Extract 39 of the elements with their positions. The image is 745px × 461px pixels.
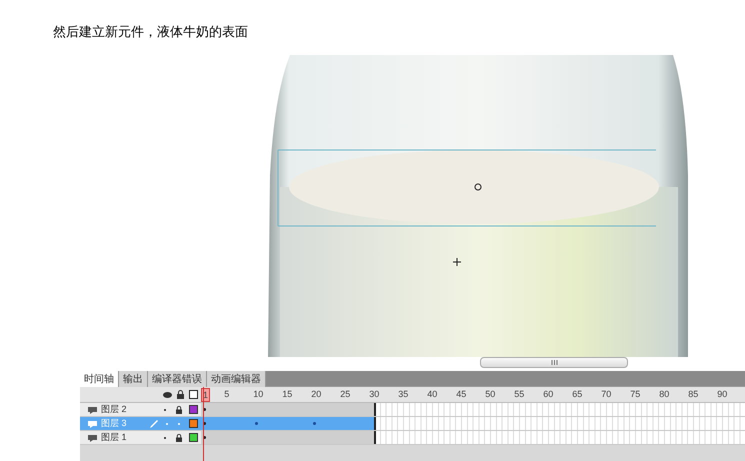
frame-number: 20 xyxy=(311,388,322,400)
frame-number: 40 xyxy=(427,388,438,400)
frame-number: 65 xyxy=(572,388,582,400)
frame-number: 35 xyxy=(398,388,408,400)
layer-color-swatch[interactable] xyxy=(189,433,198,442)
scrollbar-thumb[interactable] xyxy=(480,357,628,368)
lock-icon[interactable] xyxy=(177,390,184,399)
frame-number: 80 xyxy=(659,388,670,400)
panel-tab[interactable]: 时间轴 xyxy=(80,371,119,387)
heading: 然后建立新元件，液体牛奶的表面 xyxy=(53,24,248,39)
layer-row[interactable]: 图层 2 xyxy=(80,403,745,417)
layer-row[interactable]: 图层 1 xyxy=(80,431,745,445)
frame-number: 15 xyxy=(282,388,292,400)
frame-number: 45 xyxy=(456,388,466,400)
frame-number: 50 xyxy=(485,388,496,400)
outline-icon[interactable] xyxy=(189,390,198,399)
frame-number: 85 xyxy=(688,388,698,400)
frame-number: 55 xyxy=(514,388,524,400)
grip-icon xyxy=(550,360,558,365)
eye-icon[interactable] xyxy=(163,392,172,398)
panel-tab[interactable]: 编译器错误 xyxy=(148,371,207,387)
frame-number: 30 xyxy=(369,388,380,400)
frame-number: 5 xyxy=(224,388,230,400)
layer-name: 图层 1 xyxy=(101,430,127,444)
pencil-icon xyxy=(150,420,158,428)
frame-number: 25 xyxy=(340,388,350,400)
panel-tab[interactable]: 动画编辑器 xyxy=(207,371,266,387)
frame-number: 75 xyxy=(630,388,640,400)
frame-number: 60 xyxy=(543,388,554,400)
panel-tab[interactable]: 输出 xyxy=(119,371,148,387)
frame-number: 90 xyxy=(717,388,728,400)
layer-name: 图层 3 xyxy=(101,416,127,430)
lock-icon[interactable] xyxy=(176,434,182,442)
layer-name: 图层 2 xyxy=(101,402,127,416)
lock-icon[interactable] xyxy=(176,406,182,414)
frame-number: 10 xyxy=(253,388,264,400)
layer-color-swatch[interactable] xyxy=(189,419,198,428)
frame-number: 70 xyxy=(601,388,612,400)
layer-color-swatch[interactable] xyxy=(189,405,198,414)
